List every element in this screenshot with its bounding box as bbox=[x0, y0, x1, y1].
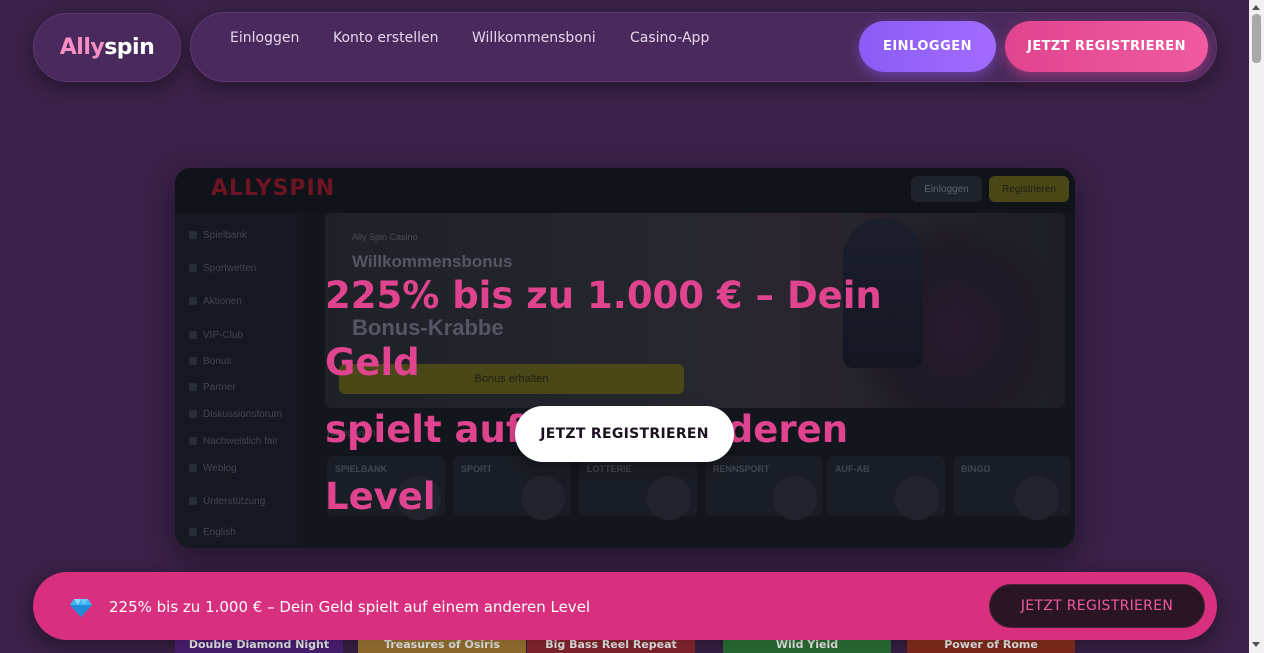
site-logo[interactable]: Ally spin bbox=[33, 13, 181, 82]
hero-headline-line-1: 225% bis zu 1.000 € – Dein Geld bbox=[325, 274, 882, 384]
diamond-icon bbox=[70, 599, 92, 617]
promo-text: 225% bis zu 1.000 € – Dein Geld spielt a… bbox=[109, 598, 591, 616]
hero-register-button[interactable]: JETZT REGISTRIEREN bbox=[515, 406, 734, 462]
vertical-scrollbar[interactable] bbox=[1249, 0, 1264, 653]
logo-part-spin: spin bbox=[104, 35, 155, 60]
scrollbar-thumb[interactable] bbox=[1252, 14, 1261, 63]
register-button-header[interactable]: JETZT REGISTRIEREN bbox=[1005, 21, 1208, 72]
scroll-down-arrow-icon[interactable] bbox=[1252, 642, 1260, 647]
nav-link-casino-app[interactable]: Casino-App bbox=[630, 30, 709, 46]
promo-register-button[interactable]: JETZT REGISTRIEREN bbox=[989, 584, 1205, 628]
logo-part-ally: Ally bbox=[59, 35, 105, 60]
scroll-up-arrow-icon[interactable] bbox=[1252, 5, 1260, 10]
login-button[interactable]: EINLOGGEN bbox=[859, 21, 996, 72]
hero-headline: 225% bis zu 1.000 € – Dein Geld spielt a… bbox=[325, 262, 965, 530]
nav-link-konto-erstellen[interactable]: Konto erstellen bbox=[333, 30, 438, 46]
nav-link-willkommensboni[interactable]: Willkommensboni bbox=[472, 30, 596, 46]
nav-link-einloggen[interactable]: Einloggen bbox=[230, 30, 299, 46]
